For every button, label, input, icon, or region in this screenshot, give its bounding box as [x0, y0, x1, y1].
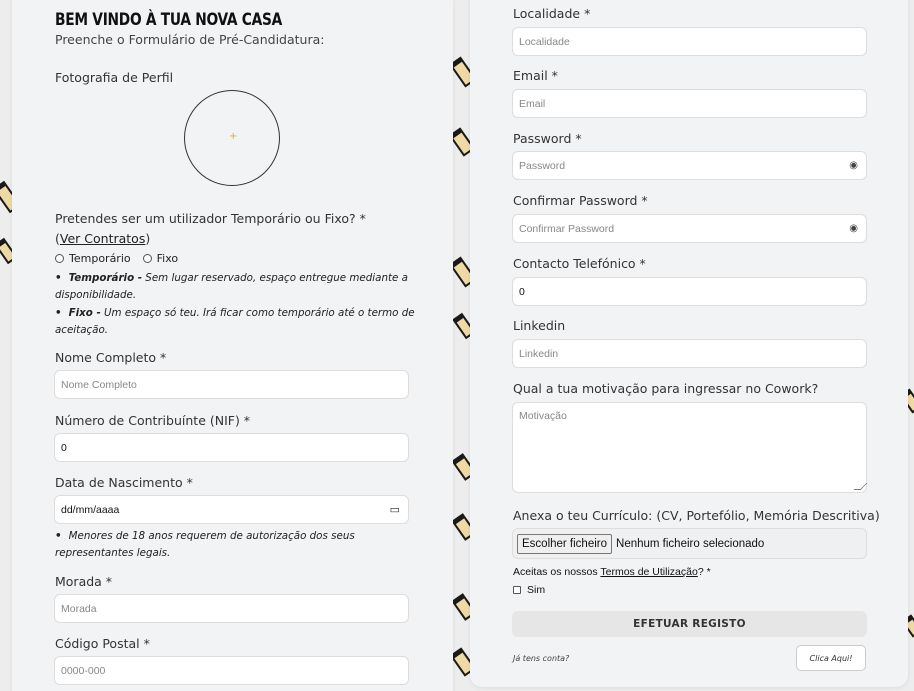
- resize-handle[interactable]: [853, 483, 868, 490]
- note-fixed: • Fixo - Um espaço só teu. Irá ficar como…: [55, 307, 415, 336]
- birth-date-input[interactable]: dd/mm/aaaa ▭: [54, 495, 409, 524]
- user-type-question: Pretendes ser um utilizador Temporário o…: [55, 211, 366, 246]
- phone-input[interactable]: 0: [512, 277, 867, 306]
- password-input[interactable]: Password ◉: [512, 151, 867, 180]
- linkedin-label: Linkedin: [513, 318, 566, 333]
- have-account-text: Já tens conta?: [513, 654, 570, 663]
- confirm-password-label: Confirmar Password *: [513, 193, 648, 208]
- full-name-input[interactable]: Nome Completo: [54, 370, 409, 399]
- submit-button[interactable]: EFETUAR REGISTO: [512, 611, 867, 637]
- email-label: Email *: [513, 68, 558, 83]
- terms-checkbox-row: Sim: [513, 584, 545, 596]
- confirm-password-input[interactable]: Confirmar Password ◉: [512, 214, 867, 243]
- eye-icon[interactable]: ◉: [849, 223, 858, 234]
- address-input[interactable]: Morada: [54, 594, 409, 623]
- contracts-link[interactable]: Ver Contratos: [60, 231, 145, 246]
- note-temporary: • Temporário - Sem lugar reservado, espaç…: [55, 272, 408, 301]
- profile-photo-upload[interactable]: +: [184, 90, 280, 186]
- form-subtitle: Preenche o Formulário de Pré-Candidatura…: [55, 32, 325, 47]
- radio-fixed[interactable]: [142, 254, 152, 263]
- user-type-radio-group: Temporário Fixo: [55, 252, 178, 265]
- radio-temporary[interactable]: [55, 254, 64, 263]
- terms-checkbox-label: Sim: [527, 584, 546, 596]
- plus-icon: +: [229, 131, 238, 142]
- full-name-label: Nome Completo *: [55, 350, 167, 365]
- motivation-textarea[interactable]: Motivação: [512, 402, 868, 493]
- page-title: BEM VINDO À TUA NOVA CASA: [55, 10, 283, 30]
- nif-label: Número de Contribuínte (NIF) *: [55, 413, 251, 428]
- terms-checkbox[interactable]: [513, 586, 521, 594]
- login-button[interactable]: Clica Aqui!: [796, 645, 866, 671]
- address-label: Morada *: [55, 574, 113, 589]
- eye-icon[interactable]: ◉: [849, 160, 858, 171]
- linkedin-input[interactable]: Linkedin: [512, 339, 867, 368]
- email-input[interactable]: Email: [512, 89, 867, 118]
- file-status: Nenhum ficheiro selecionado: [616, 537, 765, 550]
- nif-input[interactable]: 0: [54, 433, 409, 462]
- birth-date-label: Data de Nascimento *: [55, 475, 193, 490]
- radio-temporary-label: Temporário: [69, 252, 131, 265]
- phone-label: Contacto Telefónico *: [513, 256, 646, 271]
- photo-label: Fotografia de Perfil: [55, 70, 174, 85]
- motivation-label: Qual a tua motivação para ingressar no C…: [513, 381, 819, 396]
- postal-code-label: Código Postal *: [55, 636, 150, 651]
- radio-fixed-label: Fixo: [156, 252, 179, 265]
- password-label: Password *: [513, 131, 582, 146]
- locality-input[interactable]: Localidade: [512, 27, 867, 56]
- birth-date-note: • Menores de 18 anos requerem de autoriza…: [55, 530, 355, 559]
- choose-file-button[interactable]: Escolher ficheiro: [517, 533, 613, 554]
- locality-label: Localidade *: [513, 6, 591, 21]
- cv-label: Anexa o teu Currículo: (CV, Portefólio, …: [513, 508, 880, 523]
- terms-link[interactable]: Termos de Utilização: [600, 566, 697, 578]
- terms-text: Aceitas os nossos Termos de Utilização? …: [513, 566, 711, 578]
- registration-form-left: BEM VINDO À TUA NOVA CASA Preenche o For…: [12, 0, 453, 691]
- cv-file-input[interactable]: Escolher ficheiro Nenhum ficheiro seleci…: [512, 528, 867, 559]
- postal-code-input[interactable]: 0000-000: [54, 656, 409, 685]
- registration-form-right: Localidade * Localidade Email * Email Pa…: [470, 0, 908, 687]
- calendar-icon[interactable]: ▭: [390, 503, 400, 516]
